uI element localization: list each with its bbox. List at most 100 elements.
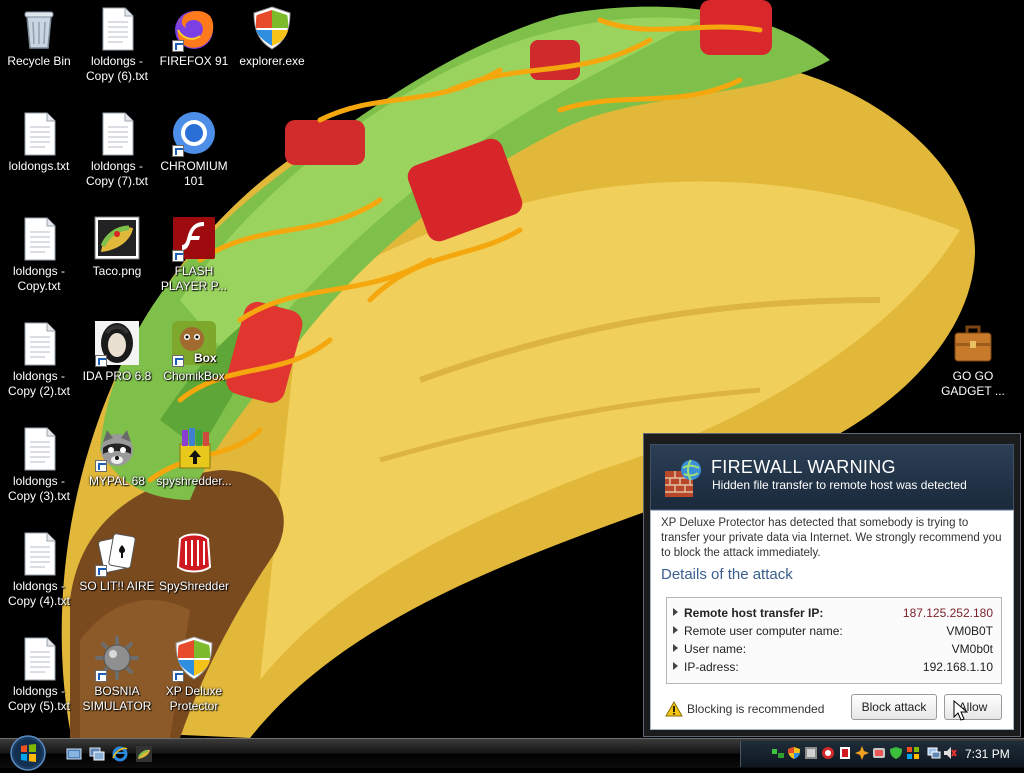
network-green-icon[interactable]	[771, 746, 785, 760]
text-file-icon	[15, 424, 63, 472]
chomikbox-icon: Box	[170, 319, 218, 367]
detail-row-ip-address: IP-adress: 192.168.1.10	[667, 658, 1001, 676]
desktop-icon-label: loldongs - Copy (5).txt	[7, 684, 70, 713]
desktop-icon-chomikbox[interactable]: Box ChomikBox	[155, 319, 233, 384]
app-tray-icon-2[interactable]	[821, 746, 835, 760]
desktop-icon-label: loldongs - Copy (4).txt	[7, 579, 70, 608]
chromium-icon	[170, 109, 218, 157]
green-shield-tray-icon[interactable]	[889, 746, 903, 760]
installer-box-icon	[170, 424, 218, 472]
windows-tray-icon[interactable]	[906, 746, 920, 760]
desktop-icon-mypal[interactable]: MYPAL 68	[78, 424, 156, 489]
switch-windows-icon[interactable]	[89, 746, 105, 762]
desktop-icon-firefox[interactable]: FIREFOX 91	[155, 4, 233, 69]
detail-value: VM0b0t	[951, 642, 993, 656]
system-clock[interactable]: 7:31 PM	[965, 747, 1010, 761]
firewall-brick-icon	[665, 459, 701, 497]
desktop-icon-label: ChomikBox	[163, 369, 225, 383]
desktop-icon-solitaire[interactable]: SO LIT!! AIRE	[78, 529, 156, 594]
shortcut-arrow-icon	[95, 355, 107, 367]
shortcut-arrow-icon	[172, 355, 184, 367]
shield-icon	[248, 4, 296, 52]
red-tray-icon[interactable]	[838, 746, 852, 760]
mouse-cursor-icon	[953, 700, 969, 721]
desktop-icon-recycle-bin[interactable]: Recycle Bin	[0, 4, 78, 69]
desktop-icon-chromium[interactable]: CHROMIUM 101	[155, 109, 233, 189]
desktop-icon-loldongs-copy-4[interactable]: loldongs - Copy (4).txt	[0, 529, 78, 609]
desktop-icon-label: SO LIT!! AIRE	[79, 579, 155, 593]
detail-row-computer-name: Remote user computer name: VM0B0T	[667, 622, 1001, 640]
desktop-icon-loldongs-txt[interactable]: loldongs.txt	[0, 109, 78, 174]
desktop-icon-loldongs-copy-5[interactable]: loldongs - Copy (5).txt	[0, 634, 78, 714]
desktop-icon-ida-pro[interactable]: IDA PRO 6.8	[78, 319, 156, 384]
block-attack-button[interactable]: Block attack	[851, 694, 937, 720]
spiked-mine-icon	[93, 634, 141, 682]
desktop-icon-explorer-exe[interactable]: explorer.exe	[233, 4, 311, 69]
desktop-icon-flash-player[interactable]: FLASH PLAYER P...	[155, 214, 233, 294]
monitor-network-icon[interactable]	[927, 746, 941, 760]
dialog-body: XP Deluxe Protector has detected that so…	[650, 510, 1014, 730]
solitaire-cards-icon	[93, 529, 141, 577]
desktop-icon-loldongs-copy-2[interactable]: loldongs - Copy (2).txt	[0, 319, 78, 399]
shield-icon	[170, 634, 218, 682]
text-file-icon	[15, 109, 63, 157]
desktop-icon-go-go-gadget[interactable]: GO GO GADGET ...	[934, 319, 1012, 399]
detail-value: 192.168.1.10	[922, 660, 993, 674]
internet-explorer-icon[interactable]	[112, 746, 128, 762]
desktop-icon-spyshredder-setup[interactable]: spyshredder...	[155, 424, 233, 489]
detail-key: IP-adress:	[684, 660, 739, 674]
details-heading: Details of the attack	[661, 566, 793, 583]
detail-key: User name:	[684, 642, 747, 656]
expand-arrow-icon	[673, 608, 678, 616]
detail-key: Remote host transfer IP:	[684, 606, 824, 620]
shortcut-arrow-icon	[172, 145, 184, 157]
burst-tray-icon[interactable]	[855, 746, 869, 760]
desktop-icon-spyshredder[interactable]: SpyShredder	[155, 529, 233, 594]
taco-image-icon	[93, 214, 141, 262]
shortcut-arrow-icon	[172, 670, 184, 682]
recycle-bin-icon	[15, 4, 63, 52]
detail-key: Remote user computer name:	[684, 624, 843, 638]
desktop-icon-label: loldongs - Copy (7).txt	[85, 159, 148, 188]
volume-muted-icon[interactable]	[943, 746, 957, 760]
app-tray-icon-3[interactable]	[872, 746, 886, 760]
start-orb-button[interactable]	[8, 733, 48, 773]
detail-value: VM0B0T	[946, 624, 993, 638]
svg-text:Box: Box	[194, 351, 217, 365]
briefcase-icon	[949, 319, 997, 367]
dialog-description: XP Deluxe Protector has detected that so…	[661, 517, 1002, 559]
expand-arrow-icon	[673, 662, 678, 670]
desktop-icon-xp-deluxe-protector[interactable]: XP Deluxe Protector	[155, 634, 233, 714]
desktop-icon-loldongs-copy-7[interactable]: loldongs - Copy (7).txt	[78, 109, 156, 189]
taco-app-icon[interactable]	[136, 746, 152, 762]
app-tray-icon[interactable]	[804, 746, 818, 760]
desktop-icon-label: XP Deluxe Protector	[165, 684, 223, 713]
raccoon-icon	[93, 424, 141, 472]
shortcut-arrow-icon	[172, 250, 184, 262]
warning-triangle-icon	[665, 701, 683, 717]
shortcut-arrow-icon	[95, 670, 107, 682]
detail-value: 187.125.252.180	[902, 606, 993, 620]
desktop-icon-loldongs-copy-3[interactable]: loldongs - Copy (3).txt	[0, 424, 78, 504]
show-desktop-icon[interactable]	[66, 746, 82, 762]
desktop-icon-label: loldongs.txt	[8, 159, 70, 173]
desktop-icon-label: FIREFOX 91	[159, 54, 229, 68]
dialog-header: FIREWALL WARNING Hidden file transfer to…	[650, 444, 1014, 510]
desktop-icon-label: spyshredder...	[156, 474, 232, 488]
desktop-icon-label: FLASH PLAYER P...	[160, 264, 228, 293]
desktop-icon-label: loldongs - Copy (2).txt	[7, 369, 70, 398]
text-file-icon	[15, 319, 63, 367]
desktop-icon-taco-png[interactable]: Taco.png	[78, 214, 156, 279]
text-file-icon	[93, 109, 141, 157]
text-file-icon	[15, 529, 63, 577]
desktop-icon-loldongs-copy-6[interactable]: loldongs - Copy (6).txt	[78, 4, 156, 84]
desktop-icon-label: explorer.exe	[239, 54, 305, 68]
spyshredder-icon	[170, 529, 218, 577]
desktop-icon-loldongs-copy[interactable]: loldongs - Copy.txt	[0, 214, 78, 294]
shield-tray-icon[interactable]	[787, 746, 801, 760]
desktop-icon-label: BOSNIA SIMULATOR	[82, 684, 152, 713]
desktop-icon-bosnia-simulator[interactable]: BOSNIA SIMULATOR	[78, 634, 156, 714]
text-file-icon	[15, 214, 63, 262]
desktop-icon-label: IDA PRO 6.8	[82, 369, 152, 383]
desktop-icon-label: SpyShredder	[158, 579, 230, 593]
